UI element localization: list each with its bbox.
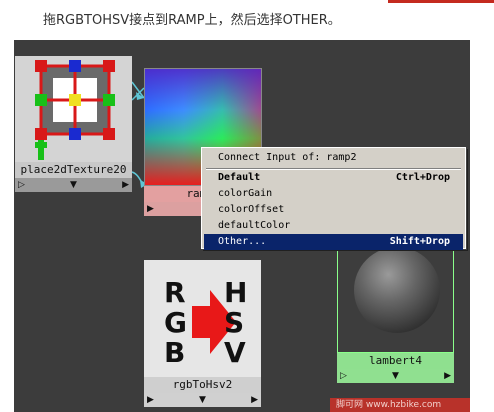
output-arrow-icon[interactable]: ▶: [122, 180, 129, 190]
instruction-text: 拖RGBTOHSV接点到RAMP上，然后选择OTHER。: [43, 13, 341, 28]
place2d-texture-io-bar[interactable]: ▷ ▼ ▶: [15, 178, 132, 192]
output-arrow-icon[interactable]: ▶: [147, 204, 154, 214]
place2d-texture-swatch[interactable]: [15, 56, 132, 162]
hypershade-graph[interactable]: place2dTexture20 ▷ ▼ ▶ ramp2 ▶ R G B H S…: [14, 40, 470, 412]
lambert-swatch[interactable]: [337, 236, 454, 353]
place2d-texture-icon: [35, 60, 115, 160]
rgb-to-hsv-node[interactable]: R G B H S V rgbToHsv2 ▶ ▼ ▶: [144, 260, 261, 412]
rgb-to-hsv-swatch[interactable]: R G B H S V: [144, 260, 261, 377]
rgb-to-hsv-label: rgbToHsv2: [144, 377, 261, 393]
rgb-letter-g: G: [164, 306, 187, 339]
place2d-texture-node[interactable]: place2dTexture20 ▷ ▼ ▶: [15, 56, 132, 198]
hsv-letter-s: S: [224, 306, 244, 339]
menu-item-default-color[interactable]: defaultColor: [204, 218, 463, 234]
input-arrow-icon[interactable]: ▷: [340, 371, 347, 381]
hsv-letter-v: V: [224, 336, 246, 369]
rgb-to-hsv-io-bar[interactable]: ▶ ▼ ▶: [144, 393, 261, 407]
rgb-letter-b: B: [164, 336, 185, 369]
output-arrow-icon[interactable]: ▶: [147, 395, 154, 405]
input-arrow-icon[interactable]: ▷: [18, 180, 25, 190]
place2d-texture-label: place2dTexture20: [15, 162, 132, 178]
expand-arrow-icon[interactable]: ▼: [347, 371, 444, 381]
watermark: 脚可网 www.hzbike.com: [330, 398, 470, 412]
top-accent-rule: [388, 0, 494, 3]
rgb-to-hsv-icon: R G B H S V: [164, 276, 247, 369]
connect-input-menu[interactable]: Connect Input of: ramp2 Default Ctrl+Dro…: [201, 147, 466, 250]
hsv-letter-h: H: [224, 276, 247, 309]
menu-item-other[interactable]: Other... Shift+Drop: [204, 234, 463, 250]
expand-arrow-icon[interactable]: ▼: [154, 395, 251, 405]
output-arrow-icon-2[interactable]: ▶: [251, 395, 258, 405]
expand-arrow-icon[interactable]: ▼: [25, 180, 122, 190]
lambert-node[interactable]: lambert4 ▷ ▼ ▶: [337, 236, 454, 388]
lambert-label: lambert4: [337, 353, 454, 369]
menu-item-color-offset[interactable]: colorOffset: [204, 202, 463, 218]
lambert-io-bar[interactable]: ▷ ▼ ▶: [337, 369, 454, 383]
menu-item-default[interactable]: Default Ctrl+Drop: [204, 170, 463, 186]
menu-item-color-gain[interactable]: colorGain: [204, 186, 463, 202]
menu-title: Connect Input of: ramp2: [218, 152, 357, 163]
rgb-letter-r: R: [164, 276, 186, 309]
output-arrow-icon[interactable]: ▶: [444, 371, 451, 381]
lambert-sphere-icon: [354, 247, 440, 333]
